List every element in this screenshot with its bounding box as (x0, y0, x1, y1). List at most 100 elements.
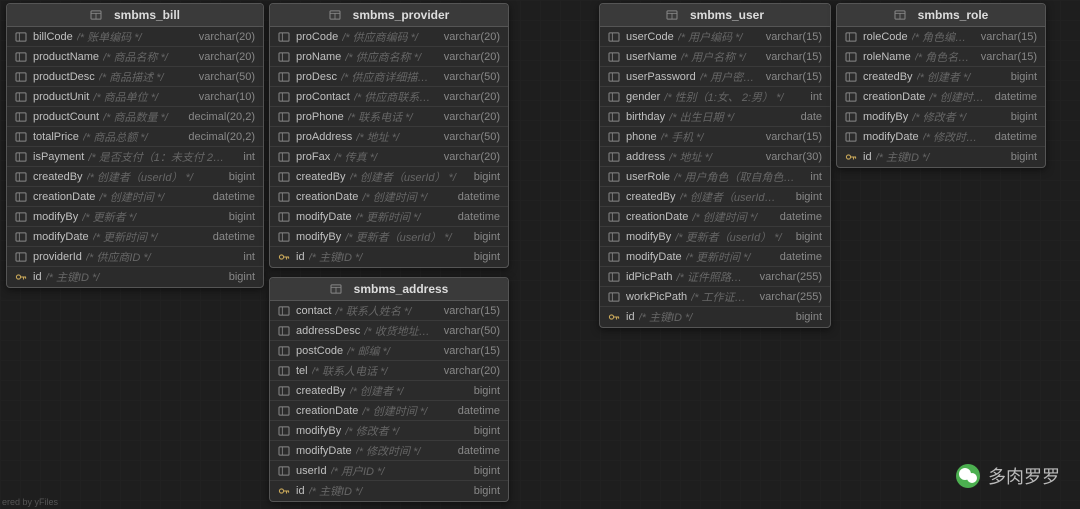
column-contact[interactable]: contact/* 联系人姓名 */varchar(15) (270, 301, 508, 321)
column-proAddress[interactable]: proAddress/* 地址 */varchar(50) (270, 127, 508, 147)
column-proContact[interactable]: proContact/* 供应商联系人 */varchar(20) (270, 87, 508, 107)
column-userCode[interactable]: userCode/* 用户编码 */varchar(15) (600, 27, 830, 47)
db-table-smbms_user[interactable]: smbms_useruserCode/* 用户编码 */varchar(15)u… (599, 3, 831, 328)
column-id[interactable]: id/* 主键ID */bigint (270, 247, 508, 267)
column-userRole[interactable]: userRole/* 用户角色（取自角色表-角色id） */int (600, 167, 830, 187)
column-id[interactable]: id/* 主键ID */bigint (7, 267, 263, 287)
column-type: bigint (464, 251, 500, 263)
column-birthday[interactable]: birthday/* 出生日期 */date (600, 107, 830, 127)
column-tel[interactable]: tel/* 联系人电话 */varchar(20) (270, 361, 508, 381)
column-userName[interactable]: userName/* 用户名称 */varchar(15) (600, 47, 830, 67)
column-name: id (626, 311, 635, 323)
column-modifyDate[interactable]: modifyDate/* 修改时间 */datetime (837, 127, 1045, 147)
column-comment: /* 性别（1:女、 2:男） */ (664, 89, 800, 105)
table-icon (666, 10, 678, 20)
column-address[interactable]: address/* 地址 */varchar(30) (600, 147, 830, 167)
column-name: phone (626, 131, 657, 143)
column-comment: /* 商品描述 */ (99, 69, 189, 85)
column-id[interactable]: id/* 主键ID */bigint (837, 147, 1045, 167)
column-icon (278, 152, 290, 162)
column-type: bigint (464, 385, 500, 397)
column-productUnit[interactable]: productUnit/* 商品单位 */varchar(10) (7, 87, 263, 107)
column-name: createdBy (33, 171, 83, 183)
column-name: isPayment (33, 151, 84, 163)
column-createdBy[interactable]: createdBy/* 创建者（userId） */bigint (7, 167, 263, 187)
column-createdBy[interactable]: createdBy/* 创建者（userId） */bigint (270, 167, 508, 187)
column-id[interactable]: id/* 主键ID */bigint (270, 481, 508, 501)
column-phone[interactable]: phone /* 手机 */varchar(15) (600, 127, 830, 147)
column-roleCode[interactable]: roleCode/* 角色编码 */varchar(15) (837, 27, 1045, 47)
column-productDesc[interactable]: productDesc/* 商品描述 */varchar(50) (7, 67, 263, 87)
column-modifyBy[interactable]: modifyBy/* 更新者 */bigint (7, 207, 263, 227)
column-name: roleCode (863, 31, 908, 43)
column-icon (608, 132, 620, 142)
column-creationDate[interactable]: creationDate/* 创建时间 */datetime (600, 207, 830, 227)
column-comment: /* 创建时间 */ (929, 89, 984, 105)
column-addressDesc[interactable]: addressDesc/* 收货地址明细 */varchar(50) (270, 321, 508, 341)
column-idPicPath[interactable]: idPicPath/* 证件照路径 */varchar(255) (600, 267, 830, 287)
column-createdBy[interactable]: createdBy/* 创建者 */bigint (270, 381, 508, 401)
column-totalPrice[interactable]: totalPrice/* 商品总额 */decimal(20,2) (7, 127, 263, 147)
column-name: userId (296, 465, 327, 477)
column-icon (845, 72, 857, 82)
column-creationDate[interactable]: creationDate/* 创建时间 */datetime (270, 187, 508, 207)
column-modifyDate[interactable]: modifyDate/* 修改时间 */datetime (270, 441, 508, 461)
column-comment: /* 创建者（userId） */ (680, 189, 786, 205)
column-proPhone[interactable]: proPhone/* 联系电话 */varchar(20) (270, 107, 508, 127)
column-billCode[interactable]: billCode/* 账单编码 */varchar(20) (7, 27, 263, 47)
column-comment: /* 收货地址明细 */ (364, 323, 434, 339)
column-isPayment[interactable]: isPayment/* 是否支付（1：未支付 2：已支付） */int (7, 147, 263, 167)
column-comment: /* 供应商ID */ (86, 249, 233, 265)
column-name: createdBy (863, 71, 913, 83)
column-type: varchar(50) (434, 71, 500, 83)
column-comment: /* 证件照路径 */ (676, 269, 749, 285)
column-modifyBy[interactable]: modifyBy/* 修改者 */bigint (270, 421, 508, 441)
column-gender[interactable]: gender/* 性别（1:女、 2:男） */int (600, 87, 830, 107)
column-name: proAddress (296, 131, 352, 143)
column-comment: /* 手机 */ (661, 129, 756, 145)
column-proCode[interactable]: proCode/* 供应商编码 */varchar(20) (270, 27, 508, 47)
column-type: varchar(15) (756, 131, 822, 143)
column-proFax[interactable]: proFax/* 传真 */varchar(20) (270, 147, 508, 167)
column-comment: /* 创建时间 */ (362, 403, 447, 419)
column-userId[interactable]: userId/* 用户ID */bigint (270, 461, 508, 481)
column-type: int (800, 171, 822, 183)
column-userPassword[interactable]: userPassword/* 用户密码 */varchar(15) (600, 67, 830, 87)
table-icon (90, 10, 102, 20)
column-type: varchar(30) (756, 151, 822, 163)
column-createdBy[interactable]: createdBy/* 创建者 */bigint (837, 67, 1045, 87)
column-modifyDate[interactable]: modifyDate/* 更新时间 */datetime (7, 227, 263, 247)
column-providerId[interactable]: providerId/* 供应商ID */int (7, 247, 263, 267)
column-roleName[interactable]: roleName/* 角色名称 */varchar(15) (837, 47, 1045, 67)
column-name: contact (296, 305, 331, 317)
column-modifyBy[interactable]: modifyBy/* 更新者（userId） */bigint (270, 227, 508, 247)
db-table-smbms_address[interactable]: smbms_addresscontact/* 联系人姓名 */varchar(1… (269, 277, 509, 502)
column-modifyDate[interactable]: modifyDate/* 更新时间 */datetime (600, 247, 830, 267)
column-createdBy[interactable]: createdBy/* 创建者（userId） */bigint (600, 187, 830, 207)
column-workPicPath[interactable]: workPicPath/* 工作证照片路径 */varchar(255) (600, 287, 830, 307)
column-name: modifyDate (296, 211, 352, 223)
column-productCount[interactable]: productCount/* 商品数量 */decimal(20,2) (7, 107, 263, 127)
column-id[interactable]: id/* 主键ID */bigint (600, 307, 830, 327)
column-name: proName (296, 51, 341, 63)
column-creationDate[interactable]: creationDate/* 创建时间 */datetime (7, 187, 263, 207)
column-proDesc[interactable]: proDesc/* 供应商详细描述 */varchar(50) (270, 67, 508, 87)
column-type: varchar(20) (434, 91, 500, 103)
column-type: varchar(20) (434, 111, 500, 123)
column-name: proCode (296, 31, 338, 43)
column-type: bigint (464, 171, 500, 183)
table-title: smbms_role (918, 8, 989, 22)
column-modifyBy[interactable]: modifyBy/* 更新者（userId） */bigint (600, 227, 830, 247)
column-creationDate[interactable]: creationDate/* 创建时间 */datetime (270, 401, 508, 421)
db-table-smbms_bill[interactable]: smbms_billbillCode/* 账单编码 */varchar(20)p… (6, 3, 264, 288)
table-icon (894, 10, 906, 20)
column-icon (845, 52, 857, 62)
column-proName[interactable]: proName/* 供应商名称 */varchar(20) (270, 47, 508, 67)
db-table-smbms_role[interactable]: smbms_role roleCode/* 角色编码 */varchar(15)r… (836, 3, 1046, 168)
column-creationDate[interactable]: creationDate/* 创建时间 */datetime (837, 87, 1045, 107)
column-postCode[interactable]: postCode/* 邮编 */varchar(15) (270, 341, 508, 361)
column-modifyDate[interactable]: modifyDate/* 更新时间 */datetime (270, 207, 508, 227)
column-productName[interactable]: productName/* 商品名称 */varchar(20) (7, 47, 263, 67)
db-table-smbms_provider[interactable]: smbms_providerproCode/* 供应商编码 */varchar(… (269, 3, 509, 268)
column-modifyBy[interactable]: modifyBy/* 修改者 */bigint (837, 107, 1045, 127)
